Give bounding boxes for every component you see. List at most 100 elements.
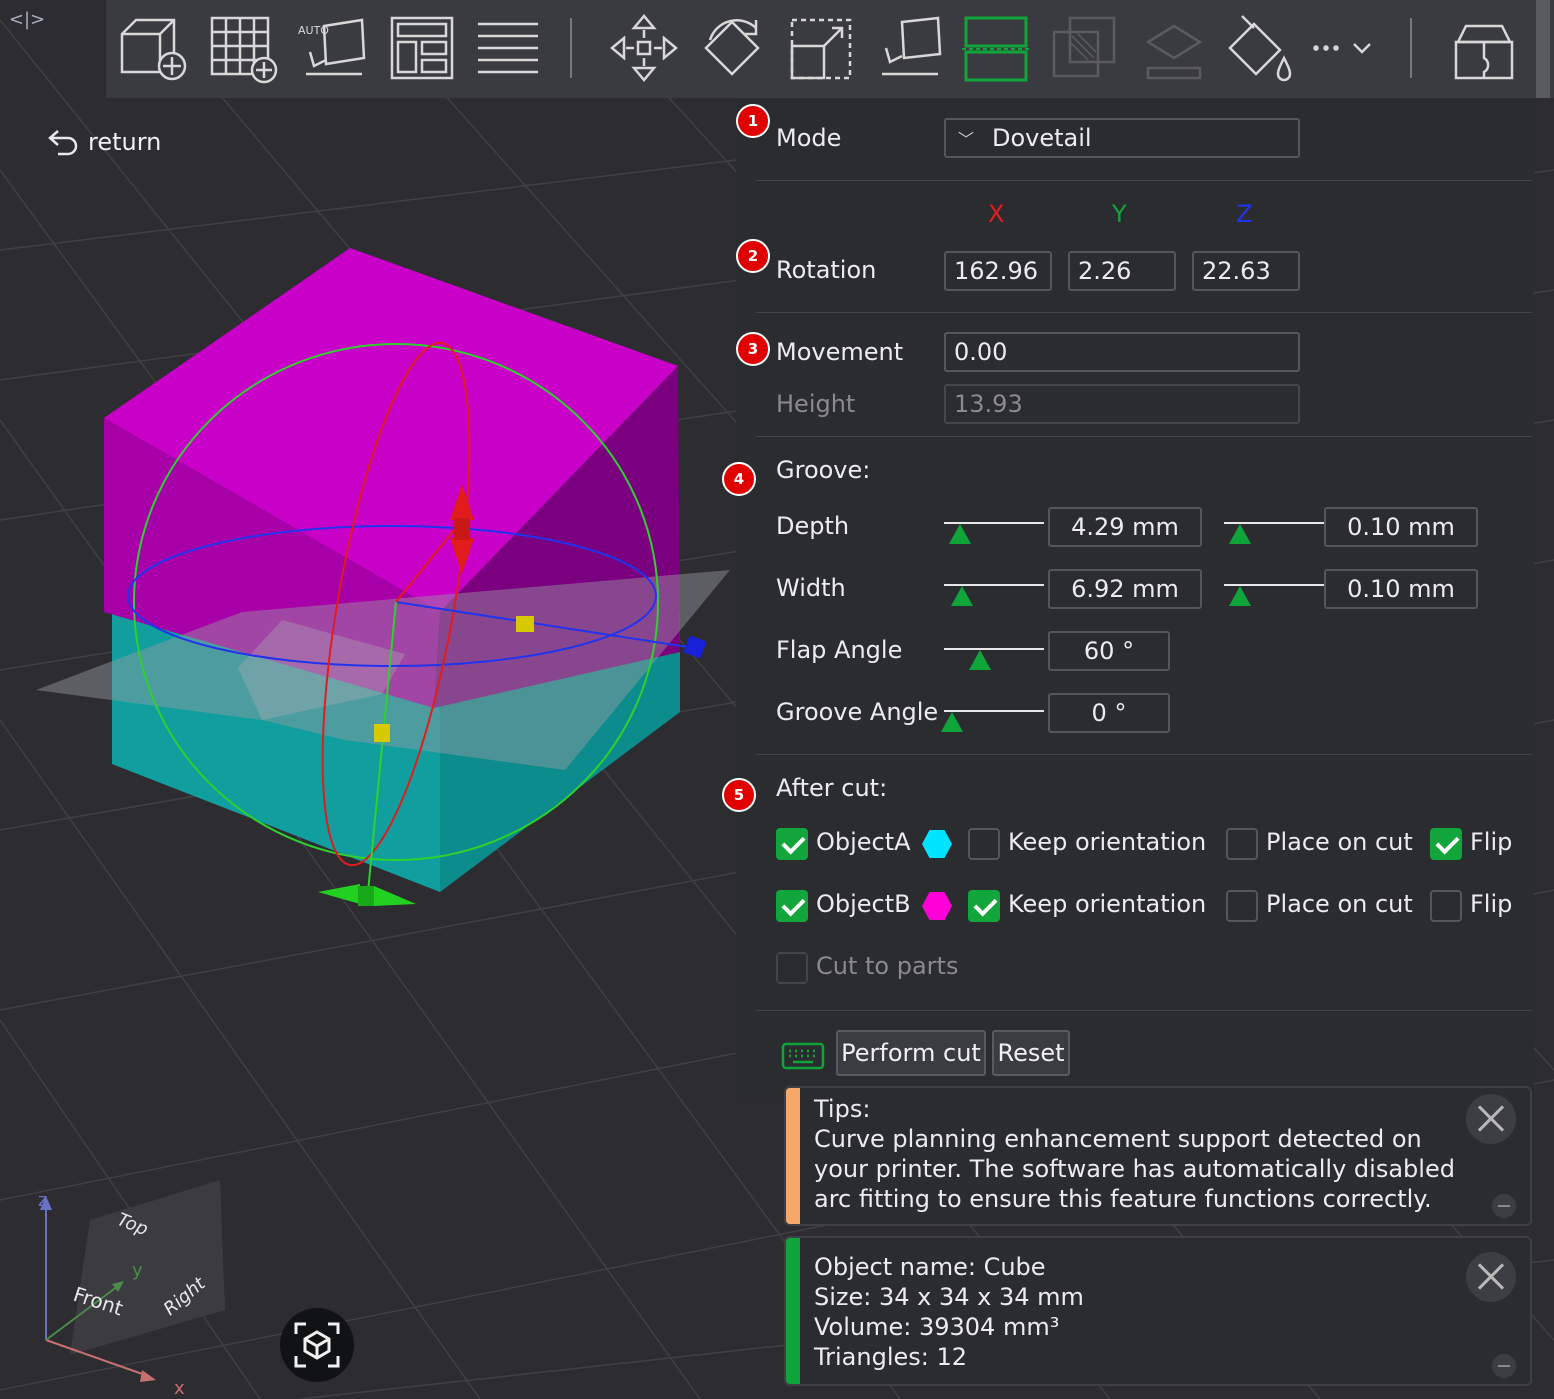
object-a-checkbox[interactable] (776, 828, 808, 860)
object-a-color-icon (922, 830, 952, 858)
auto-orient-icon[interactable]: AUTO (294, 10, 370, 86)
collapse-sidebar-icon[interactable]: <|> (9, 6, 45, 32)
rotation-z-input[interactable]: 22.63 (1192, 251, 1300, 291)
depth-slider[interactable] (944, 510, 1044, 544)
slider-thumb[interactable] (969, 650, 991, 670)
depth-tolerance-input[interactable]: 0.10 mm (1324, 507, 1478, 547)
return-arrow-icon (48, 130, 78, 156)
slider-thumb[interactable] (1229, 586, 1251, 606)
gizmo-blue-handle (683, 635, 707, 659)
keyboard-shortcuts-icon[interactable] (780, 1036, 826, 1074)
rotation-x-input[interactable]: 162.96 (944, 251, 1052, 291)
depth-tolerance-slider[interactable] (1224, 510, 1324, 544)
close-icon[interactable] (1466, 1094, 1516, 1144)
axis-y-label: y (132, 1260, 143, 1281)
view-cube-face[interactable] (70, 1180, 225, 1355)
slider-thumb[interactable] (1229, 524, 1251, 544)
paint-bucket-icon[interactable] (1220, 10, 1296, 86)
object-b-keep-orientation-checkbox[interactable] (968, 890, 1000, 922)
object-b-label: ObjectB (816, 890, 911, 918)
movement-input[interactable]: 0.00 (944, 332, 1300, 372)
step-badge-1: 1 (736, 104, 770, 138)
axis-z-label: z (38, 1190, 47, 1211)
perform-cut-button[interactable]: Perform cut (836, 1030, 986, 1076)
notification-stripe (786, 1088, 800, 1224)
more-chevron-icon[interactable] (1306, 10, 1382, 86)
rotation-y-input[interactable]: 2.26 (1068, 251, 1176, 291)
movement-label: Movement (776, 338, 904, 366)
axis-x-arrow (140, 1370, 156, 1382)
object-b-color-icon (922, 892, 952, 920)
cut-icon[interactable] (958, 10, 1034, 86)
rotate-icon[interactable] (696, 10, 772, 86)
axis-y-label: Y (1112, 200, 1127, 228)
slider-thumb[interactable] (951, 586, 973, 606)
object-a-keep-orientation-checkbox[interactable] (968, 828, 1000, 860)
object-triangles-line: Triangles: 12 (814, 1343, 968, 1371)
divider (756, 312, 1532, 313)
arrange-icon[interactable] (384, 10, 460, 86)
width-input[interactable]: 6.92 mm (1048, 569, 1202, 609)
axis-x-label: x (174, 1378, 185, 1395)
close-icon[interactable] (1466, 1252, 1516, 1302)
width-tolerance-input[interactable]: 0.10 mm (1324, 569, 1478, 609)
move-icon[interactable] (606, 10, 682, 86)
minimize-icon[interactable] (1492, 1354, 1516, 1378)
step-badge-4: 4 (722, 462, 756, 496)
cut-tool-panel: 1 Mode ﹀ Dovetail X Y Z 2 Rotation 162.9… (722, 98, 1534, 1100)
divider (756, 180, 1532, 181)
layers-icon[interactable] (470, 10, 546, 86)
mode-value: Dovetail (992, 124, 1092, 152)
object-info-notification: Object name: Cube Size: 34 x 34 x 34 mm … (784, 1236, 1532, 1386)
tips-notification: Tips: Curve planning enhancement support… (784, 1086, 1532, 1226)
add-cube-icon[interactable] (114, 10, 190, 86)
rotation-label: Rotation (776, 256, 877, 284)
height-input: 13.93 (944, 384, 1300, 424)
lay-on-face-icon[interactable] (870, 10, 946, 86)
assembly-icon[interactable] (1446, 10, 1522, 86)
minimize-icon[interactable] (1492, 1194, 1516, 1218)
axis-x-label: X (988, 200, 1005, 228)
depth-input[interactable]: 4.29 mm (1048, 507, 1202, 547)
tips-title: Tips: (814, 1095, 871, 1123)
object-b-place-on-cut-label: Place on cut (1266, 890, 1413, 918)
after-cut-label: After cut: (776, 774, 888, 802)
object-b-place-on-cut-checkbox[interactable] (1226, 890, 1258, 922)
groove-angle-slider[interactable] (941, 698, 1044, 732)
object-a-place-on-cut-checkbox[interactable] (1226, 828, 1258, 860)
object-a-flip-label: Flip (1470, 828, 1513, 856)
grid-plus-icon[interactable] (204, 10, 280, 86)
object-a-flip-checkbox[interactable] (1430, 828, 1462, 860)
gizmo-red-handle (454, 518, 470, 540)
scale-icon[interactable] (782, 10, 858, 86)
tips-line-3: arc fitting to ensure this feature funct… (814, 1185, 1432, 1213)
width-slider[interactable] (944, 572, 1044, 606)
step-badge-2: 2 (736, 239, 770, 273)
divider (756, 754, 1532, 755)
slider-thumb[interactable] (941, 712, 963, 732)
flap-angle-input[interactable]: 60 ° (1048, 631, 1170, 671)
flap-angle-slider[interactable] (944, 636, 1044, 670)
toolbar-separator (1410, 18, 1412, 78)
object-a-label: ObjectA (816, 828, 911, 856)
gizmo-yellow-handle-2 (374, 724, 390, 742)
groove-angle-input[interactable]: 0 ° (1048, 693, 1170, 733)
groove-angle-label: Groove Angle (776, 698, 939, 726)
view-cube[interactable]: z x y Top Front Right (20, 1180, 240, 1399)
step-badge-3: 3 (736, 332, 770, 366)
object-a-place-on-cut-label: Place on cut (1266, 828, 1413, 856)
tips-line-2: your printer. The software has automatic… (814, 1155, 1455, 1183)
gizmo-green-arrow-left (318, 884, 360, 904)
width-tolerance-slider[interactable] (1224, 572, 1324, 606)
zoom-to-fit-icon[interactable] (280, 1308, 354, 1382)
object-b-checkbox[interactable] (776, 890, 808, 922)
reset-button[interactable]: Reset (992, 1030, 1070, 1076)
toolbar-scrollbar[interactable] (1536, 0, 1550, 98)
return-button[interactable]: return (44, 122, 161, 162)
mode-dropdown[interactable]: ﹀ Dovetail (944, 118, 1300, 158)
object-b-flip-label: Flip (1470, 890, 1513, 918)
main-toolbar: AUTO (106, 0, 1534, 98)
slider-thumb[interactable] (949, 524, 971, 544)
object-b-flip-checkbox[interactable] (1430, 890, 1462, 922)
toolbar-separator (570, 18, 572, 78)
